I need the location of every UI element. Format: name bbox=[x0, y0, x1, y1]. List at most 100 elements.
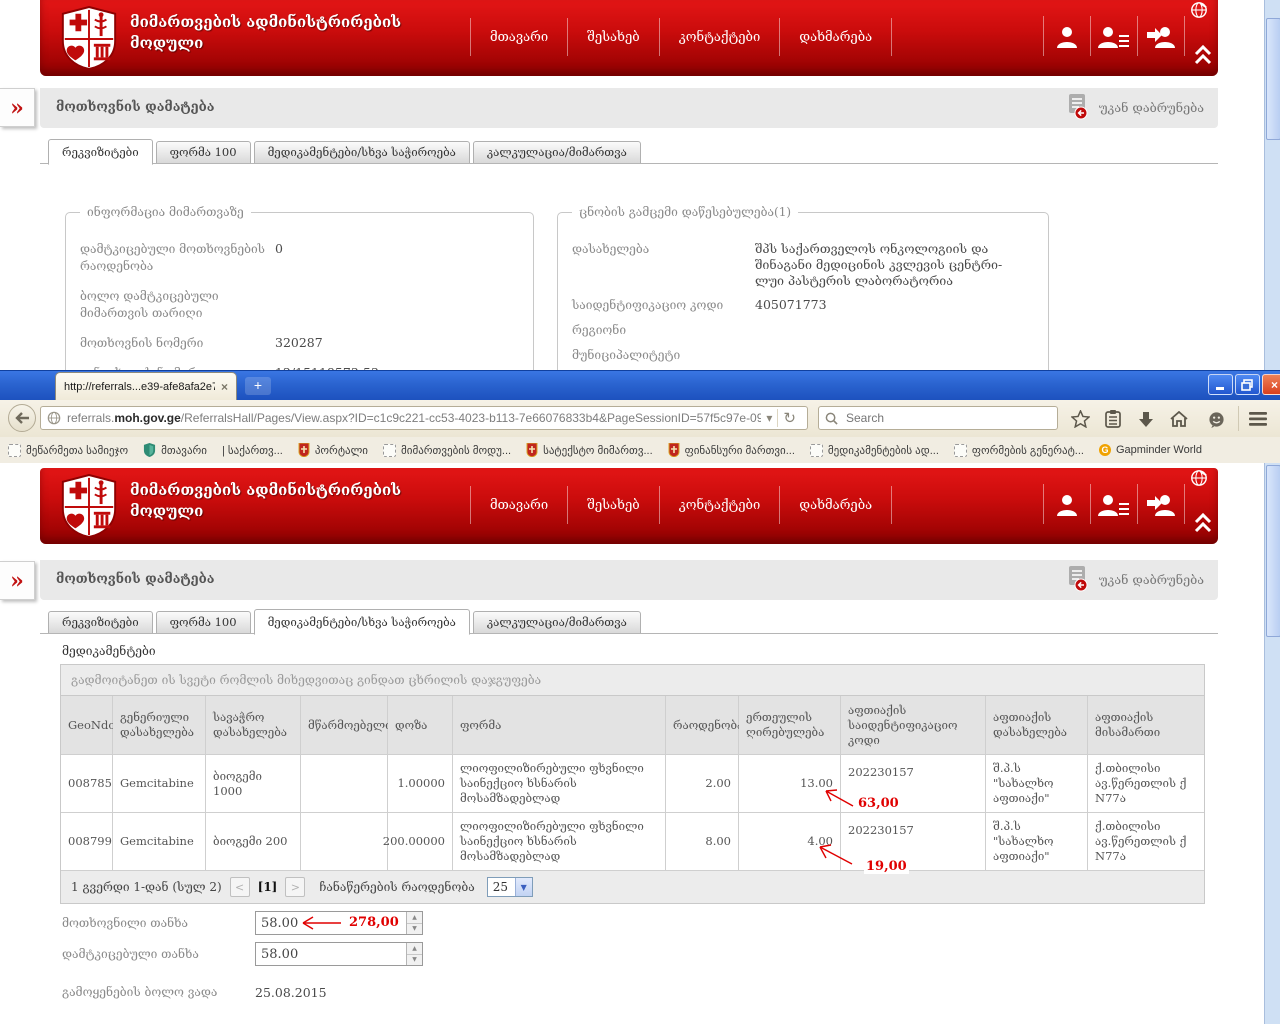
nav-about[interactable]: შესახებ bbox=[568, 18, 660, 56]
col-header[interactable]: ერთეულის ღირებულება bbox=[739, 696, 841, 755]
approved-amount-input[interactable] bbox=[256, 943, 406, 965]
bookmark-item[interactable]: GGapminder World bbox=[1099, 444, 1202, 456]
tab-calculation[interactable]: კალკულაცია/მიმართვა bbox=[473, 141, 641, 164]
col-header[interactable]: აფთიაქის საიდენტიფიკაციო კოდი bbox=[841, 696, 986, 755]
bookmark-item[interactable]: სატექსტო მიმართვ... bbox=[526, 443, 653, 457]
header-icons bbox=[1043, 484, 1185, 524]
col-header[interactable]: აფთიაქის დასახელება bbox=[986, 696, 1088, 755]
expand-sidebar-button[interactable]: » bbox=[0, 88, 35, 127]
pager-info: 1 გვერდი 1-დან (სულ 2) bbox=[71, 880, 222, 894]
browser-scrollbar[interactable] bbox=[1264, 463, 1280, 1024]
url-dropdown-icon[interactable]: ▾ bbox=[761, 411, 777, 425]
nav-help[interactable]: დახმარება bbox=[780, 18, 892, 56]
downloads-icon[interactable] bbox=[1134, 408, 1158, 430]
spin-up-icon[interactable]: ▲ bbox=[407, 912, 422, 924]
col-header[interactable]: დოზა bbox=[388, 696, 453, 755]
bookmark-item[interactable]: მიმართვების მოდუ... bbox=[383, 444, 511, 457]
col-header[interactable]: GeoNdc bbox=[61, 696, 113, 755]
moh-logo[interactable] bbox=[58, 473, 120, 542]
table-cell: ლიოფილიზირებული ფხვნილი საინექციო ხსნარი… bbox=[453, 755, 666, 813]
tab-medications[interactable]: მედიკამენტები/სხვა საჭიროება bbox=[254, 141, 470, 164]
spinner-control[interactable]: ▲▼ bbox=[406, 912, 422, 934]
feedback-smiley-icon[interactable] bbox=[1204, 408, 1228, 430]
tab-requisites[interactable]: რეკვიზიტები bbox=[48, 611, 153, 634]
logout-icon[interactable] bbox=[1138, 16, 1185, 56]
tab-calculation[interactable]: კალკულაცია/მიმართვა bbox=[473, 611, 641, 634]
bookmarks-panel-icon[interactable] bbox=[1101, 408, 1125, 430]
spinner-control[interactable]: ▲▼ bbox=[406, 943, 422, 965]
collapse-header-icon[interactable] bbox=[1193, 44, 1213, 69]
url-text[interactable]: referrals.moh.gov.ge/ReferralsHall/Pages… bbox=[67, 411, 761, 425]
page-size-select[interactable]: 25 ▼ bbox=[487, 877, 533, 897]
app-title-line1: მიმართვების ადმინისტრირების bbox=[130, 480, 401, 501]
spin-down-icon[interactable]: ▼ bbox=[407, 955, 422, 966]
back-button[interactable]: უკან დაბრუნება bbox=[1067, 566, 1204, 592]
issuer-legend: ცნობის გამცემი დაწესებულება(1) bbox=[572, 205, 798, 219]
tab-medications[interactable]: მედიკამენტები/სხვა საჭიროება bbox=[254, 609, 470, 635]
bookmark-item[interactable]: | საქართვ... bbox=[222, 444, 283, 457]
field-value: 405071773 bbox=[755, 297, 827, 314]
minimize-button[interactable] bbox=[1208, 374, 1233, 395]
search-input[interactable] bbox=[844, 410, 1051, 426]
search-bar[interactable] bbox=[818, 406, 1058, 430]
back-nav-icon[interactable] bbox=[8, 404, 36, 432]
tab-close-icon[interactable]: × bbox=[221, 381, 228, 393]
restore-button[interactable] bbox=[1235, 374, 1260, 395]
reload-icon[interactable]: ↻ bbox=[777, 409, 801, 427]
col-header[interactable]: სავაჭრო დასახელება bbox=[206, 696, 301, 755]
profile-icon[interactable] bbox=[1043, 16, 1091, 56]
globe-icon[interactable] bbox=[1188, 469, 1210, 490]
nav-help[interactable]: დახმარება bbox=[780, 486, 892, 524]
toolbar-divider bbox=[1238, 406, 1239, 431]
col-header[interactable]: მწარმოებელი bbox=[301, 696, 388, 755]
tab-requisites[interactable]: რეკვიზიტები bbox=[48, 139, 153, 165]
site-globe-icon bbox=[47, 411, 61, 425]
col-header[interactable]: გენერიული დასახელება bbox=[113, 696, 206, 755]
page-scrollbar[interactable] bbox=[1264, 0, 1280, 370]
tab-form100[interactable]: ფორმა 100 bbox=[156, 611, 251, 634]
col-header[interactable]: რაოდენობა bbox=[666, 696, 739, 755]
bookmark-item[interactable]: ფორმების გენერატ... bbox=[954, 444, 1084, 457]
profile-icon[interactable] bbox=[1043, 484, 1091, 524]
bookmark-item[interactable]: მედიკამენტების ად... bbox=[810, 444, 939, 457]
logout-icon[interactable] bbox=[1138, 484, 1185, 524]
nav-contacts[interactable]: კონტაქტები bbox=[660, 486, 781, 524]
user-list-icon[interactable] bbox=[1091, 16, 1138, 56]
nav-contacts[interactable]: კონტაქტები bbox=[660, 18, 781, 56]
bookmark-item[interactable]: მეწარმეთა სამიეჯო bbox=[8, 444, 128, 457]
main-nav: მთავარი შესახებ კონტაქტები დახმარება bbox=[470, 486, 892, 524]
bookmark-item[interactable]: ფინანსური მართვი... bbox=[668, 443, 795, 457]
pager-prev-button[interactable]: < bbox=[230, 877, 250, 897]
nav-home[interactable]: მთავარი bbox=[470, 18, 568, 56]
col-header[interactable]: აფთიაქის მისამართი bbox=[1088, 696, 1204, 755]
globe-icon[interactable] bbox=[1188, 1, 1210, 22]
browser-page-content: მიმართვების ადმინისტრირების მოდული მთავა… bbox=[0, 463, 1280, 1024]
spin-down-icon[interactable]: ▼ bbox=[407, 924, 422, 935]
nav-about[interactable]: შესახებ bbox=[568, 486, 660, 524]
browser-titlebar[interactable]: http://referrals...e39-afe8afa2e732 × + … bbox=[0, 370, 1280, 401]
new-tab-button[interactable]: + bbox=[245, 377, 271, 395]
browser-tab[interactable]: http://referrals...e39-afe8afa2e732 × bbox=[55, 372, 237, 400]
approved-amount-input-box: ▲▼ bbox=[255, 942, 423, 966]
bookmark-item[interactable]: მთავარი bbox=[143, 443, 207, 457]
nav-home[interactable]: მთავარი bbox=[470, 486, 568, 524]
menu-hamburger-icon[interactable] bbox=[1246, 408, 1270, 430]
back-button[interactable]: უკან დაბრუნება bbox=[1067, 94, 1204, 120]
close-button[interactable]: × bbox=[1262, 374, 1280, 395]
expand-sidebar-button[interactable]: » bbox=[0, 561, 35, 600]
moh-logo[interactable] bbox=[58, 5, 120, 74]
tab-form100[interactable]: ფორმა 100 bbox=[156, 141, 251, 164]
collapse-header-icon[interactable] bbox=[1193, 512, 1213, 537]
col-header[interactable]: ფორმა bbox=[453, 696, 666, 755]
tab-strip-meds: რეკვიზიტები ფორმა 100 მედიკამენტები/სხვა… bbox=[48, 610, 641, 634]
url-bar[interactable]: referrals.moh.gov.ge/ReferralsHall/Pages… bbox=[40, 406, 808, 430]
pager-current-page[interactable]: [1] bbox=[258, 880, 278, 894]
bookmark-star-icon[interactable] bbox=[1068, 408, 1092, 430]
user-list-icon[interactable] bbox=[1091, 484, 1138, 524]
table-cell: შ.პ.ს "სახალხო აფთიაქი" bbox=[986, 755, 1088, 813]
spin-up-icon[interactable]: ▲ bbox=[407, 943, 422, 955]
bookmark-item[interactable]: პორტალი bbox=[298, 443, 368, 457]
annotation-unit-price-1: 63,00 bbox=[856, 796, 901, 811]
home-icon[interactable] bbox=[1167, 408, 1191, 430]
pager-next-button[interactable]: > bbox=[285, 877, 305, 897]
